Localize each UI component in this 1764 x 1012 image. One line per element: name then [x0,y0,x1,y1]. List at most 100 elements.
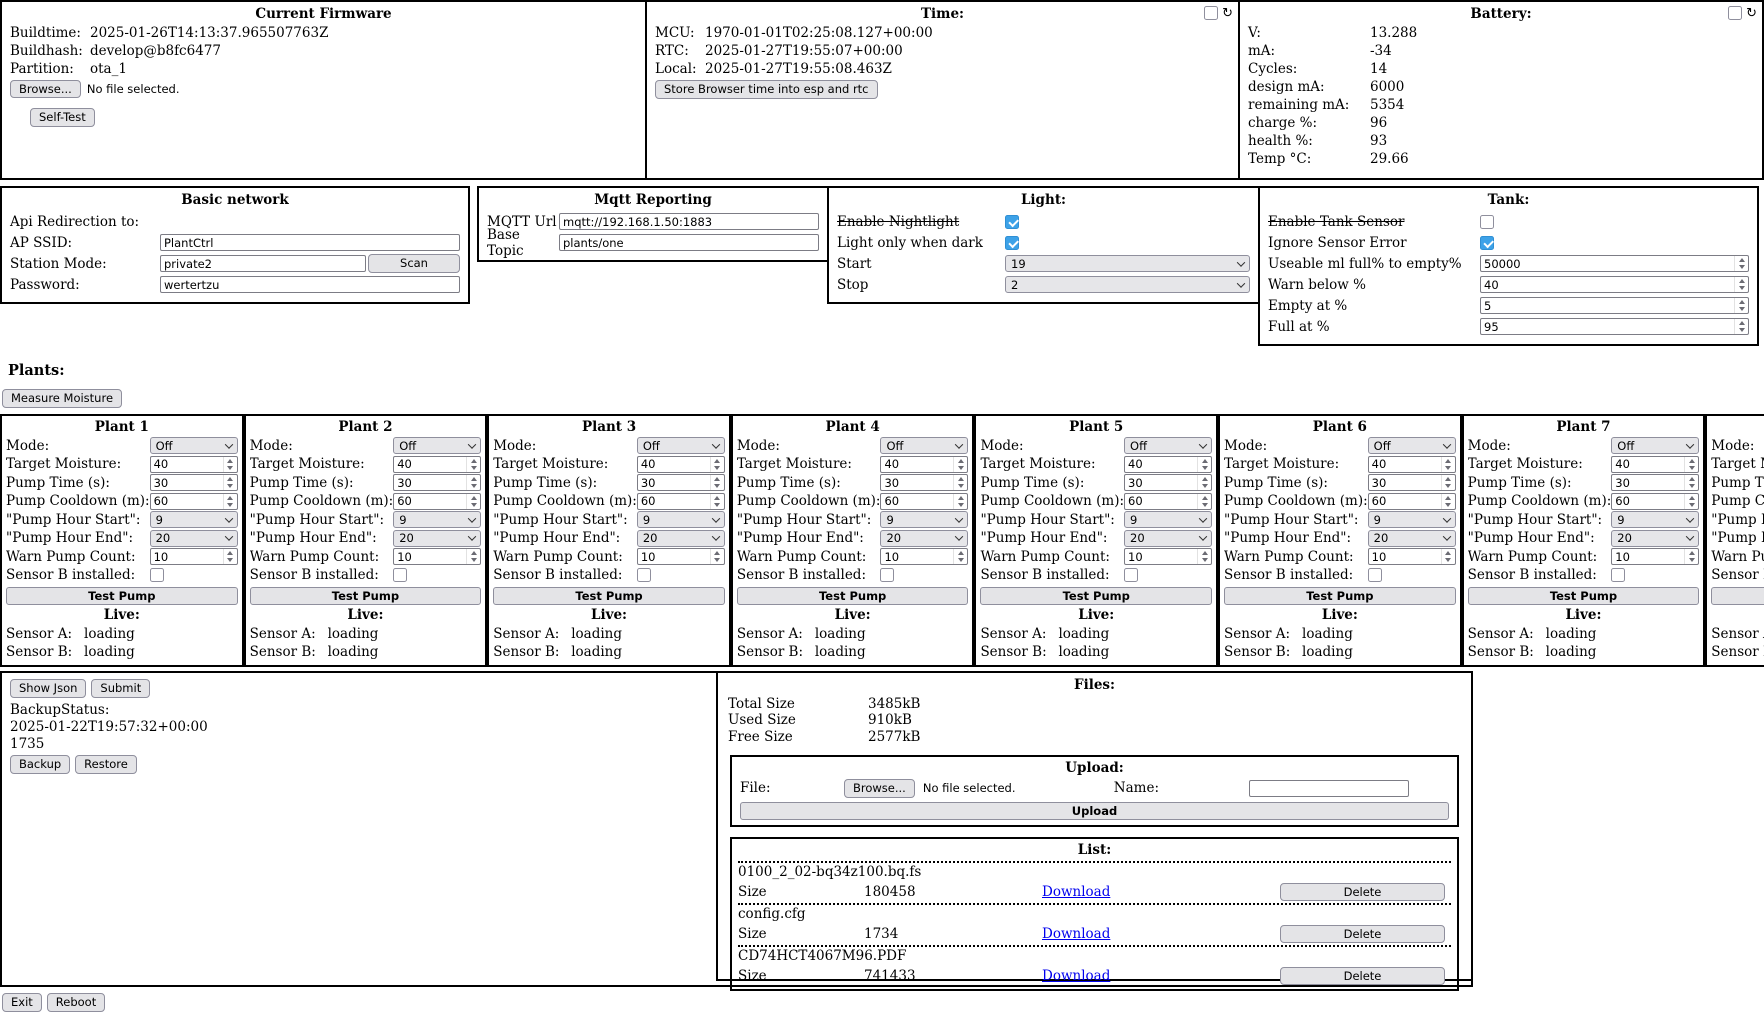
measure-moisture-button[interactable]: Measure Moisture [2,389,122,408]
spinner[interactable] [1684,494,1698,509]
download-link[interactable]: Download [1042,926,1110,942]
spin-up-icon[interactable] [714,477,720,481]
spin-up-icon[interactable] [958,496,964,500]
upload-button[interactable]: Upload [740,802,1449,821]
spinner[interactable] [1197,457,1211,472]
restore-button[interactable]: Restore [75,755,137,774]
warn-pump-count-input[interactable] [394,549,466,564]
mode-select[interactable]: Off [637,437,725,454]
spin-down-icon[interactable] [714,484,720,488]
spin-up-icon[interactable] [1739,300,1745,304]
test-pump-button[interactable]: Test Pump [980,587,1212,606]
password-input[interactable] [160,276,460,293]
spinner[interactable] [1441,475,1455,490]
show-json-button[interactable]: Show Json [10,679,86,698]
spin-down-icon[interactable] [471,503,477,507]
upload-browse-button[interactable]: Browse... [844,779,915,798]
pump-time-input[interactable] [1612,475,1684,490]
self-test-button[interactable]: Self-Test [30,108,95,127]
station-ssid-input[interactable] [160,255,366,272]
spin-down-icon[interactable] [471,466,477,470]
sensor-b-installed-checkbox[interactable] [1368,568,1382,582]
time-autorefresh-checkbox[interactable] [1204,6,1218,20]
pump-hour-start-select[interactable]: 9 [150,511,238,528]
spinner[interactable] [1684,475,1698,490]
refresh-icon[interactable]: ↻ [1746,7,1757,20]
spin-down-icon[interactable] [1445,484,1451,488]
mode-select[interactable]: Off [393,437,481,454]
spin-up-icon[interactable] [227,459,233,463]
download-link[interactable]: Download [1042,968,1110,984]
spin-up-icon[interactable] [471,551,477,555]
spin-up-icon[interactable] [1689,459,1695,463]
sensor-b-installed-checkbox[interactable] [150,568,164,582]
upload-name-input[interactable] [1249,780,1409,797]
spinner[interactable] [1684,549,1698,564]
tank-setting-input[interactable] [1481,277,1734,292]
spinner[interactable] [1684,457,1698,472]
spin-down-icon[interactable] [1689,558,1695,562]
tank-setting-input[interactable] [1481,298,1734,313]
spin-up-icon[interactable] [1445,496,1451,500]
ignore-sensor-error-checkbox[interactable] [1480,236,1494,250]
pump-time-input[interactable] [881,475,953,490]
pump-hour-start-select[interactable]: 9 [637,511,725,528]
base-topic-input[interactable] [559,234,819,251]
spin-down-icon[interactable] [1445,466,1451,470]
delete-button[interactable]: Delete [1280,883,1445,902]
spin-down-icon[interactable] [1445,503,1451,507]
firmware-browse-button[interactable]: Browse... [10,80,81,99]
spin-down-icon[interactable] [714,466,720,470]
spin-down-icon[interactable] [1202,558,1208,562]
spin-down-icon[interactable] [1739,265,1745,269]
spin-up-icon[interactable] [714,496,720,500]
spinner[interactable] [1734,319,1748,334]
backup-button[interactable]: Backup [10,755,70,774]
pump-time-input[interactable] [1369,475,1441,490]
pump-time-input[interactable] [1125,475,1197,490]
pump-hour-start-select[interactable]: 9 [1368,511,1456,528]
pump-cooldown-input[interactable] [151,494,223,509]
spin-down-icon[interactable] [1445,558,1451,562]
spinner[interactable] [710,494,724,509]
reboot-button[interactable]: Reboot [47,993,105,1012]
enable-nightlight-checkbox[interactable] [1005,215,1019,229]
tank-setting-input[interactable] [1481,319,1734,334]
spin-down-icon[interactable] [1202,503,1208,507]
test-pump-button[interactable]: Test Pump [737,587,969,606]
pump-hour-end-select[interactable]: 20 [880,530,968,547]
spin-down-icon[interactable] [958,503,964,507]
spinner[interactable] [710,457,724,472]
test-pump-button[interactable]: Test Pump [250,587,482,606]
pump-time-input[interactable] [394,475,466,490]
spin-down-icon[interactable] [1202,484,1208,488]
spinner[interactable] [466,457,480,472]
spinner[interactable] [710,549,724,564]
spinner[interactable] [1441,494,1455,509]
spin-down-icon[interactable] [1739,286,1745,290]
pump-time-input[interactable] [151,475,223,490]
warn-pump-count-input[interactable] [1369,549,1441,564]
sensor-b-installed-checkbox[interactable] [1611,568,1625,582]
spinner[interactable] [1441,549,1455,564]
ap-ssid-input[interactable] [160,234,460,251]
spin-down-icon[interactable] [958,484,964,488]
spin-down-icon[interactable] [1202,466,1208,470]
refresh-icon[interactable]: ↻ [1222,7,1233,20]
spin-down-icon[interactable] [714,503,720,507]
pump-hour-start-select[interactable]: 9 [393,511,481,528]
pump-hour-end-select[interactable]: 20 [1124,530,1212,547]
pump-hour-start-select[interactable]: 9 [1611,511,1699,528]
target-moisture-input[interactable] [1369,457,1441,472]
test-pump-button[interactable]: Test Pump [6,587,238,606]
spin-up-icon[interactable] [1202,459,1208,463]
mode-select[interactable]: Off [150,437,238,454]
spinner[interactable] [1197,494,1211,509]
spin-up-icon[interactable] [471,496,477,500]
target-moisture-input[interactable] [151,457,223,472]
sensor-b-installed-checkbox[interactable] [393,568,407,582]
target-moisture-input[interactable] [394,457,466,472]
spin-up-icon[interactable] [471,459,477,463]
mode-select[interactable]: Off [880,437,968,454]
warn-pump-count-input[interactable] [638,549,710,564]
